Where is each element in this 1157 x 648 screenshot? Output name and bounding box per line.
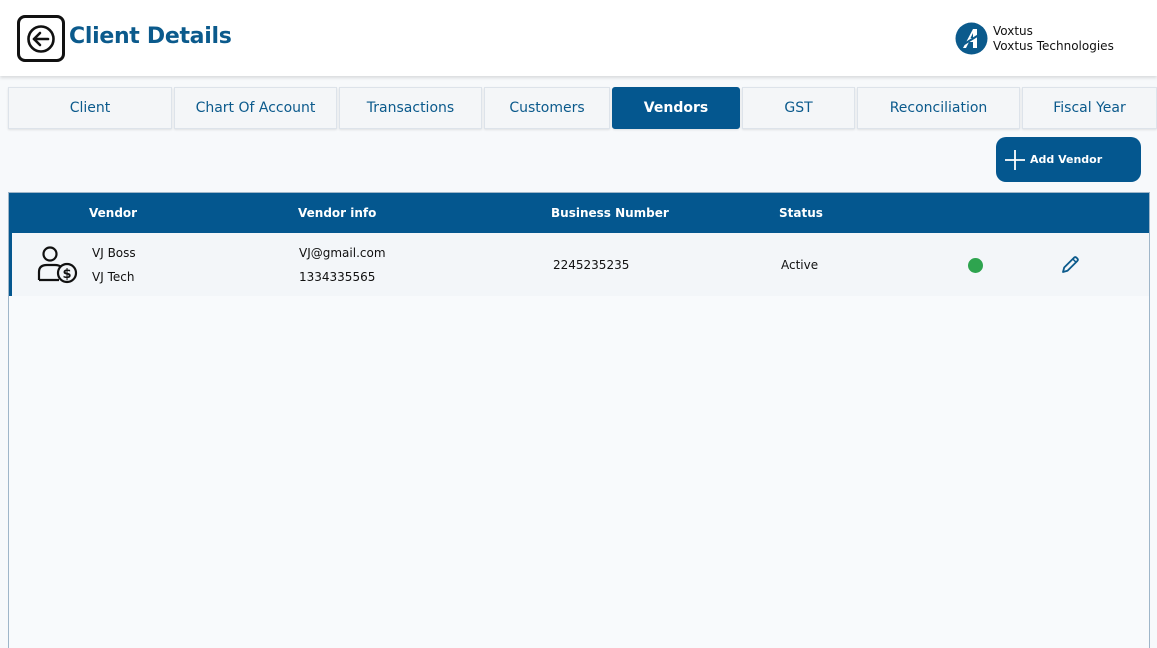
vendor-money-icon: $ <box>37 246 78 284</box>
table-row[interactable]: $ VJ Boss VJ Tech VJ@gmail.com 133433556… <box>9 233 1149 296</box>
app-header: Client Details Voxtus Voxtus Technologie… <box>0 0 1157 76</box>
brand-company: Voxtus Technologies <box>993 39 1114 53</box>
column-header-status[interactable]: Status <box>779 206 823 220</box>
tab-vendors[interactable]: Vendors <box>612 87 740 129</box>
arrow-left-icon <box>27 24 55 53</box>
status-text: Active <box>781 258 819 272</box>
tab-chart-of-account[interactable]: Chart Of Account <box>174 87 337 129</box>
brand-name: Voxtus <box>993 24 1033 38</box>
pencil-icon[interactable] <box>1059 254 1081 276</box>
column-header-business-number[interactable]: Business Number <box>551 206 669 220</box>
page-title: Client Details <box>69 24 232 49</box>
tab-fiscal-year[interactable]: Fiscal Year <box>1022 87 1157 129</box>
vendor-email: VJ@gmail.com <box>299 246 386 260</box>
plus-icon <box>1005 149 1025 170</box>
column-header-vendor-info[interactable]: Vendor info <box>298 206 376 220</box>
tab-customers[interactable]: Customers <box>484 87 610 129</box>
status-indicator <box>968 258 983 273</box>
back-button[interactable] <box>17 15 65 62</box>
tab-client[interactable]: Client <box>8 87 172 129</box>
svg-text:$: $ <box>62 267 71 282</box>
tab-reconciliation[interactable]: Reconciliation <box>857 87 1020 129</box>
business-number: 2245235235 <box>553 258 630 272</box>
tab-bar: Client Chart Of Account Transactions Cus… <box>8 87 1157 129</box>
vendor-name: VJ Boss <box>92 246 136 260</box>
vendors-table: Vendor Vendor info Business Number Statu… <box>8 192 1150 648</box>
brand-text: Voxtus Voxtus Technologies <box>993 24 1114 54</box>
vendor-company: VJ Tech <box>92 270 135 284</box>
table-header: Vendor Vendor info Business Number Statu… <box>9 193 1149 233</box>
add-vendor-label: Add Vendor <box>1030 153 1103 166</box>
tab-gst[interactable]: GST <box>742 87 855 129</box>
column-header-vendor[interactable]: Vendor <box>89 206 137 220</box>
add-vendor-button[interactable]: Add Vendor <box>996 137 1141 182</box>
brand-logo-icon <box>955 22 988 55</box>
tab-transactions[interactable]: Transactions <box>339 87 482 129</box>
vendor-phone: 1334335565 <box>299 270 376 284</box>
